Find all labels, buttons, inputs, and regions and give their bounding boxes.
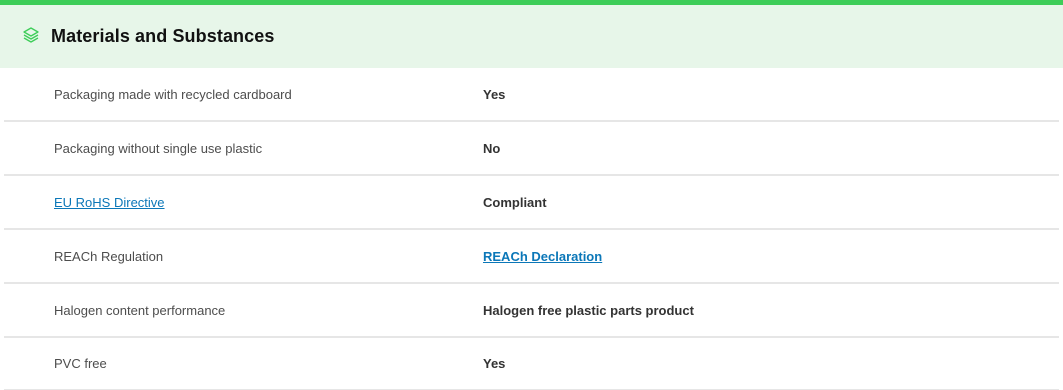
reach-declaration-link[interactable]: REACh Declaration	[483, 249, 602, 264]
section-title: Materials and Substances	[51, 26, 275, 46]
table-row: Halogen content performance Halogen free…	[4, 284, 1059, 338]
row-label-cell: EU RoHS Directive	[4, 195, 483, 210]
materials-panel: Materials and Substances Packaging made …	[0, 0, 1063, 390]
row-value: Halogen free plastic parts product	[483, 302, 694, 318]
row-value: Yes	[483, 86, 506, 102]
row-value: No	[483, 140, 501, 156]
row-label: REACh Regulation	[54, 248, 164, 264]
layers-icon	[20, 24, 42, 46]
row-label: Halogen content performance	[54, 302, 226, 318]
row-value: Yes	[483, 356, 506, 371]
row-label: PVC free	[54, 356, 107, 371]
row-value: Compliant	[483, 194, 547, 210]
row-label: Packaging without single use plastic	[54, 140, 263, 156]
table-row: Packaging made with recycled cardboard Y…	[4, 68, 1059, 122]
table-row: EU RoHS Directive Compliant	[4, 176, 1059, 230]
table-row: PVC free Yes	[4, 338, 1059, 390]
table-row: Packaging without single use plastic No	[4, 122, 1059, 176]
eu-rohs-directive-link[interactable]: EU RoHS Directive	[54, 195, 165, 210]
section-header[interactable]: Materials and Substances	[0, 5, 1063, 68]
attributes-table: Packaging made with recycled cardboard Y…	[0, 68, 1063, 390]
table-row: REACh Regulation REACh Declaration	[4, 230, 1059, 284]
row-label: Packaging made with recycled cardboard	[54, 86, 292, 102]
row-value-cell: REACh Declaration	[483, 249, 602, 264]
